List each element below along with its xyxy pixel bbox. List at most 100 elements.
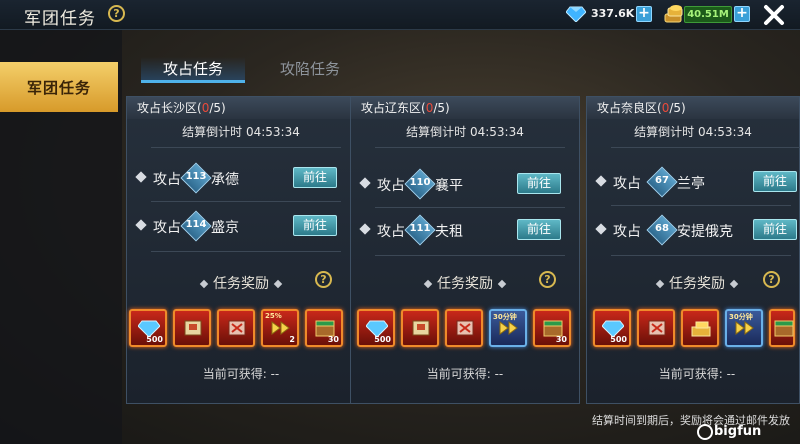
panel-header: 攻占辽东区(0/5) bbox=[351, 97, 579, 119]
help-icon[interactable]: ? bbox=[108, 5, 125, 22]
reward-item[interactable]: 30 bbox=[305, 309, 343, 347]
city-name: 夫租 bbox=[435, 224, 463, 240]
help-icon[interactable]: ? bbox=[539, 271, 556, 288]
go-button[interactable]: 前往 bbox=[517, 219, 561, 240]
region-panel: 攻占奈良区(0/5) 结算倒计时 04:53:34 攻占 67 兰亭 前往 攻占… bbox=[586, 96, 800, 404]
diamond-bullet-icon bbox=[135, 171, 147, 183]
top-bar: 军团任务 ? 337.6K + 40.51M + bbox=[0, 0, 800, 30]
add-gold-button[interactable]: + bbox=[734, 6, 750, 22]
watermark-icon bbox=[697, 424, 713, 440]
city-level: 110 bbox=[409, 177, 431, 188]
token-icon bbox=[456, 320, 474, 336]
reward-item[interactable] bbox=[681, 309, 719, 347]
go-button[interactable]: 前往 bbox=[517, 173, 561, 194]
reward-item[interactable] bbox=[401, 309, 439, 347]
divider bbox=[151, 201, 341, 202]
region-panel: 攻占长沙区(0/5) 结算倒计时 04:53:34 攻占 113 承德 前往 攻… bbox=[126, 96, 356, 404]
city-name: 盛京 bbox=[211, 220, 239, 236]
panel-header: 攻占奈良区(0/5) bbox=[587, 97, 799, 119]
region-name: 攻占辽东区 bbox=[361, 101, 422, 115]
speedup-icon bbox=[735, 321, 754, 335]
gold-coins-icon bbox=[664, 5, 683, 23]
tab-conquer-tasks[interactable]: 攻陷任务 bbox=[258, 57, 362, 83]
reward-item[interactable] bbox=[445, 309, 483, 347]
city-level: 67 bbox=[655, 175, 669, 186]
chest-icon bbox=[774, 320, 794, 337]
city-name: 安提俄克 bbox=[677, 224, 733, 240]
task-row: 攻占 110 襄平 前往 bbox=[351, 168, 579, 201]
task-row: 攻占 113 承德 前往 bbox=[127, 162, 355, 195]
task-row: 攻占 111 夫租 前往 bbox=[351, 214, 579, 247]
token-icon bbox=[648, 320, 666, 336]
speedup-icon bbox=[499, 321, 518, 335]
reward-item[interactable]: 500 bbox=[357, 309, 395, 347]
diamond-bullet-icon bbox=[359, 177, 371, 189]
divider bbox=[375, 207, 565, 208]
city-name: 襄平 bbox=[435, 178, 463, 194]
countdown-timer: 结算倒计时 04:53:34 bbox=[634, 125, 752, 139]
divider bbox=[611, 255, 791, 256]
go-button[interactable]: 前往 bbox=[753, 171, 797, 192]
city-level: 111 bbox=[409, 223, 431, 234]
nav-item-legion-tasks[interactable]: 军团任务 bbox=[0, 62, 118, 112]
task-row: 攻占 67 兰亭 前往 bbox=[587, 166, 799, 199]
reward-item[interactable] bbox=[769, 309, 795, 347]
city-level: 68 bbox=[655, 223, 669, 234]
token-icon bbox=[228, 320, 246, 336]
reward-items: 500 30分钟 bbox=[589, 309, 799, 349]
diamond-bullet-icon bbox=[595, 223, 607, 235]
current-reward: 当前可获得: -- bbox=[202, 367, 280, 381]
diamond-bullet-icon bbox=[359, 223, 371, 235]
reward-items: 500 25% 2 30 bbox=[129, 309, 353, 349]
reward-item[interactable]: 500 bbox=[129, 309, 167, 347]
divider bbox=[611, 147, 800, 148]
reward-item[interactable] bbox=[637, 309, 675, 347]
scroll-icon bbox=[184, 320, 202, 336]
gold-count: 40.51M bbox=[684, 6, 732, 23]
watermark: bigfun bbox=[714, 424, 762, 439]
reward-item[interactable] bbox=[173, 309, 211, 347]
help-icon[interactable]: ? bbox=[315, 271, 332, 288]
scroll-icon bbox=[412, 320, 430, 336]
reward-item[interactable]: 30 bbox=[533, 309, 571, 347]
reward-item[interactable] bbox=[217, 309, 255, 347]
diamond-bullet-icon bbox=[135, 219, 147, 231]
divider bbox=[375, 147, 565, 148]
city-name: 承德 bbox=[211, 172, 239, 188]
divider bbox=[151, 251, 341, 252]
add-gems-button[interactable]: + bbox=[636, 6, 652, 22]
gem-icon bbox=[566, 6, 586, 22]
countdown-timer: 结算倒计时 04:53:34 bbox=[182, 125, 300, 139]
reward-item[interactable]: 500 bbox=[593, 309, 631, 347]
help-icon[interactable]: ? bbox=[763, 271, 780, 288]
divider bbox=[151, 147, 341, 148]
reward-items: 500 30分钟 30 bbox=[353, 309, 577, 349]
city-level: 113 bbox=[185, 171, 207, 182]
current-reward: 当前可获得: -- bbox=[658, 367, 736, 381]
reward-item[interactable]: 25% 2 bbox=[261, 309, 299, 347]
panel-header: 攻占长沙区(0/5) bbox=[127, 97, 355, 119]
go-button[interactable]: 前往 bbox=[293, 167, 337, 188]
task-row: 攻占 114 盛京 前往 bbox=[127, 210, 355, 243]
city-name: 兰亭 bbox=[677, 176, 705, 192]
region-panel: 攻占辽东区(0/5) 结算倒计时 04:53:34 攻占 110 襄平 前往 攻… bbox=[350, 96, 580, 404]
go-button[interactable]: 前往 bbox=[753, 219, 797, 240]
page-title: 军团任务 bbox=[24, 9, 96, 29]
left-nav: 军团任务 bbox=[0, 30, 122, 444]
reward-item[interactable]: 30分钟 bbox=[489, 309, 527, 347]
tab-capture-tasks[interactable]: 攻占任务 bbox=[141, 57, 245, 83]
gem-count: 337.6K bbox=[591, 7, 635, 20]
close-icon[interactable] bbox=[762, 3, 786, 27]
city-level: 114 bbox=[185, 219, 207, 230]
region-name: 攻占奈良区 bbox=[597, 101, 658, 115]
diamond-bullet-icon bbox=[595, 175, 607, 187]
task-row: 攻占 68 安提俄克 前往 bbox=[587, 214, 799, 247]
divider bbox=[611, 205, 791, 206]
gold-bars-icon bbox=[691, 321, 711, 337]
current-reward: 当前可获得: -- bbox=[426, 367, 504, 381]
go-button[interactable]: 前往 bbox=[293, 215, 337, 236]
countdown-timer: 结算倒计时 04:53:34 bbox=[406, 125, 524, 139]
reward-item[interactable]: 30分钟 bbox=[725, 309, 763, 347]
divider bbox=[375, 255, 565, 256]
region-name: 攻占长沙区 bbox=[137, 101, 198, 115]
